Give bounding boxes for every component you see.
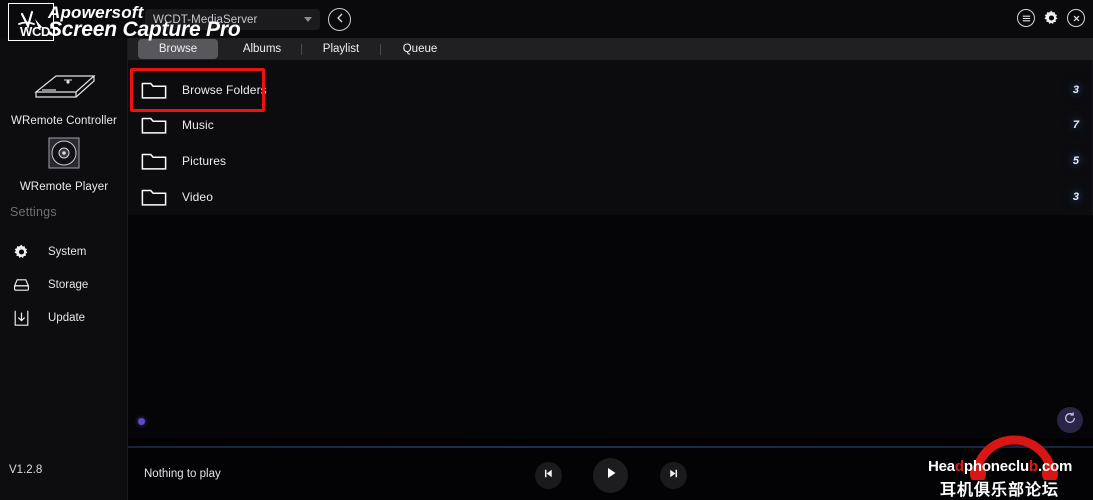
server-dropdown[interactable]: WCDT-MediaServer — [145, 9, 320, 30]
now-playing-text: Nothing to play — [144, 468, 221, 480]
tab-albums[interactable]: Albums — [223, 39, 301, 59]
list-item-label: Browse Folders — [182, 82, 267, 97]
top-bar: WCDT-MediaServer — [0, 0, 1093, 38]
previous-button[interactable] — [535, 462, 562, 489]
close-icon[interactable] — [1067, 9, 1085, 27]
list-item-browse-folders[interactable]: Browse Folders 3 — [128, 72, 1093, 107]
sidebar: WRemote Controller WRemote Player Settin… — [0, 0, 128, 500]
window-controls — [1017, 9, 1085, 27]
download-icon — [10, 309, 32, 327]
list-item-label: Video — [182, 189, 213, 204]
sidebar-device-wremote-player[interactable]: WRemote Player — [0, 134, 128, 193]
refresh-icon — [1063, 411, 1077, 430]
list-item-count: 3 — [1072, 83, 1079, 96]
app-version: V1.2.8 — [9, 464, 43, 476]
tab-label: Albums — [242, 43, 282, 55]
tab-label: Queue — [402, 43, 438, 55]
folder-icon — [141, 79, 167, 100]
back-button[interactable] — [328, 8, 351, 31]
device-box-icon — [26, 75, 102, 110]
list-item-label: Music — [182, 117, 214, 132]
arrow-left-icon — [334, 11, 346, 29]
content-area: Browse Folders 3 Music 7 Pictures 5 Vide… — [128, 60, 1093, 438]
sidebar-device-wremote-controller[interactable]: WRemote Controller — [0, 68, 128, 127]
list-item-pictures[interactable]: Pictures 5 — [128, 143, 1093, 178]
next-button[interactable] — [660, 462, 687, 489]
play-icon — [603, 465, 619, 486]
list-item-count: 5 — [1072, 154, 1079, 167]
list-item-video[interactable]: Video 3 — [128, 179, 1093, 214]
sidebar-item-storage[interactable]: Storage — [0, 271, 128, 299]
browse-list: Browse Folders 3 Music 7 Pictures 5 Vide… — [128, 60, 1093, 215]
sidebar-item-label: Storage — [48, 279, 89, 291]
folder-icon — [141, 186, 167, 207]
skip-previous-icon — [542, 467, 555, 485]
disc-player-icon — [45, 137, 83, 176]
list-item-count: 7 — [1072, 118, 1079, 131]
tab-bar: Browse Albums Playlist Queue — [128, 38, 1093, 60]
sidebar-item-update[interactable]: Update — [0, 304, 128, 332]
drive-icon — [10, 277, 32, 293]
server-dropdown-value: WCDT-MediaServer — [153, 13, 258, 26]
list-item-label: Pictures — [182, 153, 227, 168]
chevron-down-icon — [304, 17, 312, 22]
list-item-count: 3 — [1072, 190, 1079, 203]
sidebar-device-label: WRemote Controller — [11, 115, 117, 127]
sidebar-item-system[interactable]: System — [0, 238, 128, 266]
skip-next-icon — [667, 467, 680, 485]
tab-label: Playlist — [322, 43, 360, 55]
folder-icon — [141, 114, 167, 135]
settings-icon[interactable] — [1042, 9, 1060, 27]
tab-browse[interactable]: Browse — [138, 39, 218, 59]
player-bar: Nothing to play — [128, 448, 1093, 500]
status-indicator-dot — [138, 418, 145, 425]
tab-playlist[interactable]: Playlist — [302, 39, 380, 59]
list-item-music[interactable]: Music 7 — [128, 107, 1093, 142]
menu-icon[interactable] — [1017, 9, 1035, 27]
gear-icon — [10, 244, 32, 261]
play-button[interactable] — [593, 458, 628, 493]
refresh-button[interactable] — [1057, 407, 1083, 433]
sidebar-item-label: System — [48, 246, 87, 258]
sidebar-device-label: WRemote Player — [19, 181, 109, 193]
tab-queue[interactable]: Queue — [381, 39, 459, 59]
sidebar-item-label: Update — [48, 312, 86, 324]
folder-icon — [141, 150, 167, 171]
sidebar-settings-header: Settings — [10, 205, 57, 219]
tab-label: Browse — [158, 43, 198, 55]
